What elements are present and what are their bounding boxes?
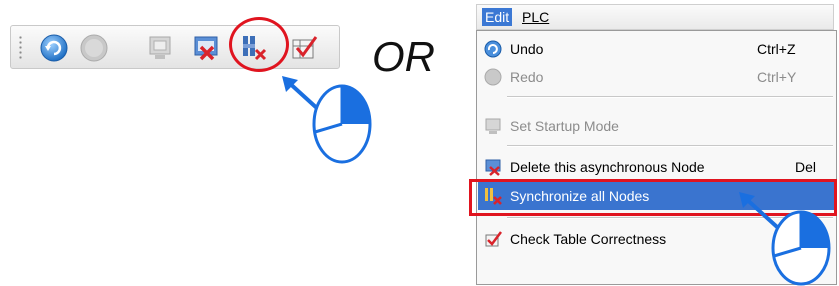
menu-separator xyxy=(507,145,833,147)
delete-node-icon xyxy=(485,159,501,176)
menu-item-delete-node[interactable]: Delete this asynchronous Node Del xyxy=(478,153,835,181)
check-table-icon xyxy=(485,231,502,247)
undo-icon xyxy=(40,34,68,62)
menu-edit[interactable]: Edit xyxy=(482,8,513,26)
undo-icon xyxy=(484,40,502,58)
startup-mode-icon xyxy=(149,36,171,59)
set-startup-mode-button[interactable] xyxy=(145,33,175,63)
menu-separator xyxy=(507,96,833,98)
highlight-circle xyxy=(229,17,289,72)
menu-item-redo[interactable]: Redo Ctrl+Y xyxy=(478,63,835,91)
menu-item-label: Check Table Correctness xyxy=(510,231,667,247)
menu-item-label: Undo xyxy=(510,41,544,57)
click-pointer-icon xyxy=(282,76,372,164)
toolbar xyxy=(10,25,340,69)
menu-item-shortcut: Ctrl+Y xyxy=(757,69,797,85)
check-table-icon xyxy=(292,36,318,59)
startup-mode-icon xyxy=(485,118,501,134)
menu-item-label: Delete this asynchronous Node xyxy=(510,159,705,175)
undo-button[interactable] xyxy=(39,33,69,63)
menu-item-set-startup-mode[interactable]: Set Startup Mode xyxy=(478,112,835,140)
menu-plc[interactable]: PLC xyxy=(519,8,552,26)
toolbar-grip[interactable] xyxy=(19,35,22,61)
menu-item-undo[interactable]: Undo Ctrl+Z xyxy=(478,35,835,63)
delete-node-button[interactable] xyxy=(191,33,221,63)
redo-icon xyxy=(80,34,108,62)
redo-icon xyxy=(484,68,502,86)
menubar: Edit PLC xyxy=(476,4,834,30)
redo-button[interactable] xyxy=(79,33,109,63)
menu-item-shortcut: Del xyxy=(795,159,817,175)
menu-item-label: Set Startup Mode xyxy=(510,118,619,134)
or-label: OR xyxy=(372,33,435,80)
click-pointer-icon xyxy=(739,192,831,286)
check-table-button[interactable] xyxy=(289,33,319,63)
menu-item-label: Redo xyxy=(510,69,544,85)
delete-node-icon xyxy=(194,36,218,61)
menu-item-shortcut: Ctrl+Z xyxy=(757,41,796,57)
